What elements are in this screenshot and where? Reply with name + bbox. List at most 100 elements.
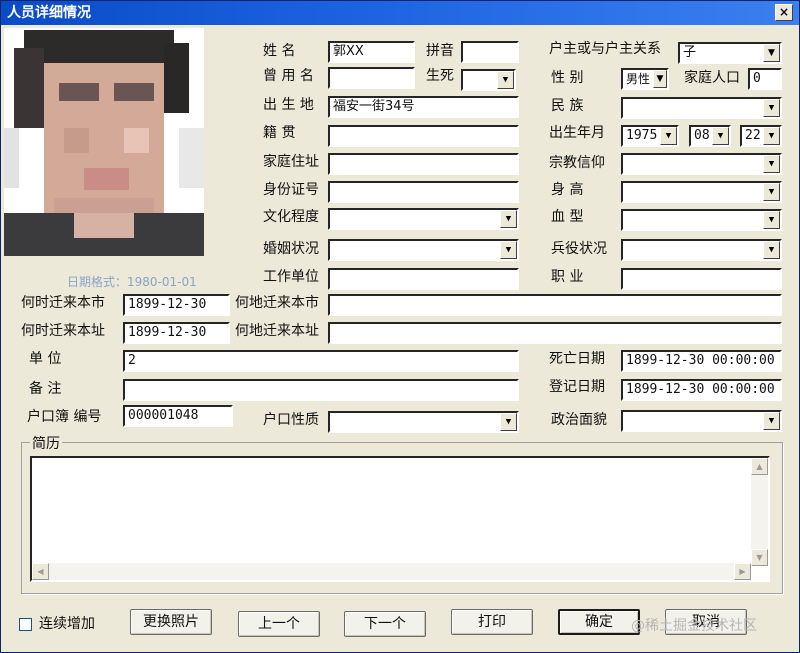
chevron-down-icon[interactable]: ▼ — [653, 70, 667, 88]
prev-button[interactable]: 上一个 — [238, 611, 320, 637]
chevron-down-icon[interactable]: ▼ — [763, 155, 780, 173]
education-select[interactable]: ▼ — [328, 208, 519, 230]
chevron-down-icon[interactable]: ▼ — [660, 127, 677, 145]
chevron-down-icon[interactable]: ▼ — [763, 211, 780, 229]
scroll-left-icon[interactable]: ◀ — [32, 563, 49, 580]
chevron-down-icon[interactable]: ▼ — [497, 71, 514, 89]
ok-button[interactable]: 确定 — [558, 609, 640, 635]
blood-select[interactable]: ▼ — [621, 209, 782, 231]
close-icon[interactable]: × — [775, 4, 793, 21]
scroll-down-icon[interactable]: ▼ — [751, 549, 768, 566]
title-bar: 人员详细情况 × — [1, 1, 799, 25]
chevron-down-icon[interactable]: ▼ — [763, 412, 780, 430]
marriage-select[interactable]: ▼ — [328, 239, 519, 261]
next-button[interactable]: 下一个 — [344, 611, 426, 637]
register-date-field[interactable]: 1899-12-30 00:00:00 — [621, 379, 782, 401]
chevron-down-icon[interactable]: ▼ — [500, 241, 517, 259]
political-select[interactable]: ▼ — [621, 410, 782, 432]
birth-year-value: 1975 — [626, 128, 658, 143]
pixelated-portrait-image — [4, 28, 204, 256]
workplace-field[interactable] — [328, 268, 519, 290]
native-label: 籍 贯 — [263, 125, 296, 141]
native-field[interactable] — [328, 125, 519, 147]
resume-textarea[interactable]: ▲ ▼ ◀ ▶ — [30, 456, 770, 582]
marriage-label: 婚姻状况 — [263, 241, 319, 257]
height-label: 身 高 — [551, 182, 584, 198]
chevron-down-icon[interactable]: ▼ — [763, 99, 780, 117]
alive-select[interactable]: ▼ — [461, 69, 516, 91]
household-type-label: 户口性质 — [263, 412, 319, 428]
continuous-add-checkbox[interactable] — [19, 618, 32, 631]
birthplace-field[interactable]: 福安一街34号 — [328, 96, 519, 118]
move-city-from-label: 何地迁来本市 — [235, 295, 319, 311]
horizontal-scrollbar[interactable]: ◀ ▶ — [32, 563, 751, 580]
pinyin-field[interactable] — [461, 41, 519, 63]
birth-year-select[interactable]: 1975 ▼ — [621, 125, 679, 147]
household-no-field[interactable]: 000001048 — [123, 405, 233, 427]
chevron-down-icon[interactable]: ▼ — [500, 413, 517, 431]
address-field[interactable] — [328, 153, 519, 175]
resume-label: 简历 — [30, 433, 62, 453]
religion-select[interactable]: ▼ — [621, 153, 782, 175]
chevron-down-icon[interactable]: ▼ — [712, 127, 729, 145]
id-no-field[interactable] — [328, 181, 519, 203]
watermark: @稀土掘金技术社区 — [631, 618, 757, 634]
chevron-down-icon[interactable]: ▼ — [763, 183, 780, 201]
gender-value: 男性 — [626, 72, 651, 86]
relation-select[interactable]: 子 ▼ — [678, 42, 782, 64]
move-addr-from-field[interactable] — [328, 322, 782, 344]
household-no-label: 户口簿 编号 — [27, 409, 102, 425]
person-detail-window: 人员详细情况 × 日期格式：1980-01-01 姓 名 郭XX 拼音 曾 用 … — [0, 0, 800, 653]
date-format-hint: 日期格式：1980-01-01 — [67, 275, 197, 289]
military-select[interactable]: ▼ — [621, 239, 782, 261]
ethnicity-label: 民 族 — [551, 98, 584, 114]
window-title: 人员详细情况 — [7, 5, 91, 21]
note-label: 备 注 — [29, 381, 62, 397]
ethnicity-select[interactable]: ▼ — [621, 97, 782, 119]
military-label: 兵役状况 — [551, 241, 607, 257]
alive-label: 生死 — [426, 68, 454, 84]
used-name-label: 曾 用 名 — [263, 68, 314, 84]
height-select[interactable]: ▼ — [621, 181, 782, 203]
scroll-right-icon[interactable]: ▶ — [734, 563, 751, 580]
birth-day-value: 22 — [745, 128, 761, 143]
continuous-add-label: 连续增加 — [39, 616, 95, 632]
name-label: 姓 名 — [263, 43, 296, 59]
occupation-field[interactable] — [621, 268, 782, 290]
unit-field[interactable]: 2 — [123, 350, 519, 372]
move-addr-date-label: 何时迁来本址 — [21, 323, 105, 339]
birth-month-value: 08 — [694, 128, 710, 143]
address-label: 家庭住址 — [263, 154, 319, 170]
relation-label: 户主或与户主关系 — [549, 41, 661, 57]
birth-day-select[interactable]: 22 ▼ — [740, 125, 782, 147]
chevron-down-icon[interactable]: ▼ — [763, 241, 780, 259]
person-photo — [4, 28, 204, 256]
pinyin-label: 拼音 — [426, 43, 454, 59]
family-count-label: 家庭人口 — [684, 70, 740, 86]
unit-label: 单 位 — [29, 351, 62, 367]
move-city-date-field[interactable]: 1899-12-30 — [123, 294, 230, 316]
birth-month-select[interactable]: 08 ▼ — [689, 125, 731, 147]
workplace-label: 工作单位 — [263, 269, 319, 285]
scroll-up-icon[interactable]: ▲ — [751, 458, 768, 475]
relation-value: 子 — [683, 45, 697, 60]
move-addr-from-label: 何地迁来本址 — [235, 323, 319, 339]
move-city-date-label: 何时迁来本市 — [21, 295, 105, 311]
chevron-down-icon[interactable]: ▼ — [500, 210, 517, 228]
chevron-down-icon[interactable]: ▼ — [763, 127, 780, 145]
name-field[interactable]: 郭XX — [328, 41, 415, 63]
move-addr-date-field[interactable]: 1899-12-30 — [123, 322, 230, 344]
household-type-select[interactable]: ▼ — [328, 411, 519, 433]
print-button[interactable]: 打印 — [451, 609, 533, 635]
death-date-label: 死亡日期 — [549, 351, 605, 367]
change-photo-button[interactable]: 更换照片 — [130, 609, 212, 635]
move-city-from-field[interactable] — [328, 294, 782, 316]
vertical-scrollbar[interactable]: ▲ ▼ — [751, 458, 768, 566]
chevron-down-icon[interactable]: ▼ — [763, 44, 780, 62]
family-count-field[interactable]: 0 — [748, 68, 782, 90]
gender-select[interactable]: 男性 ▼ — [621, 68, 669, 90]
used-name-field[interactable] — [328, 67, 415, 89]
note-field[interactable] — [123, 379, 519, 401]
blood-label: 血 型 — [551, 209, 584, 225]
death-date-field[interactable]: 1899-12-30 00:00:00 — [621, 350, 782, 372]
